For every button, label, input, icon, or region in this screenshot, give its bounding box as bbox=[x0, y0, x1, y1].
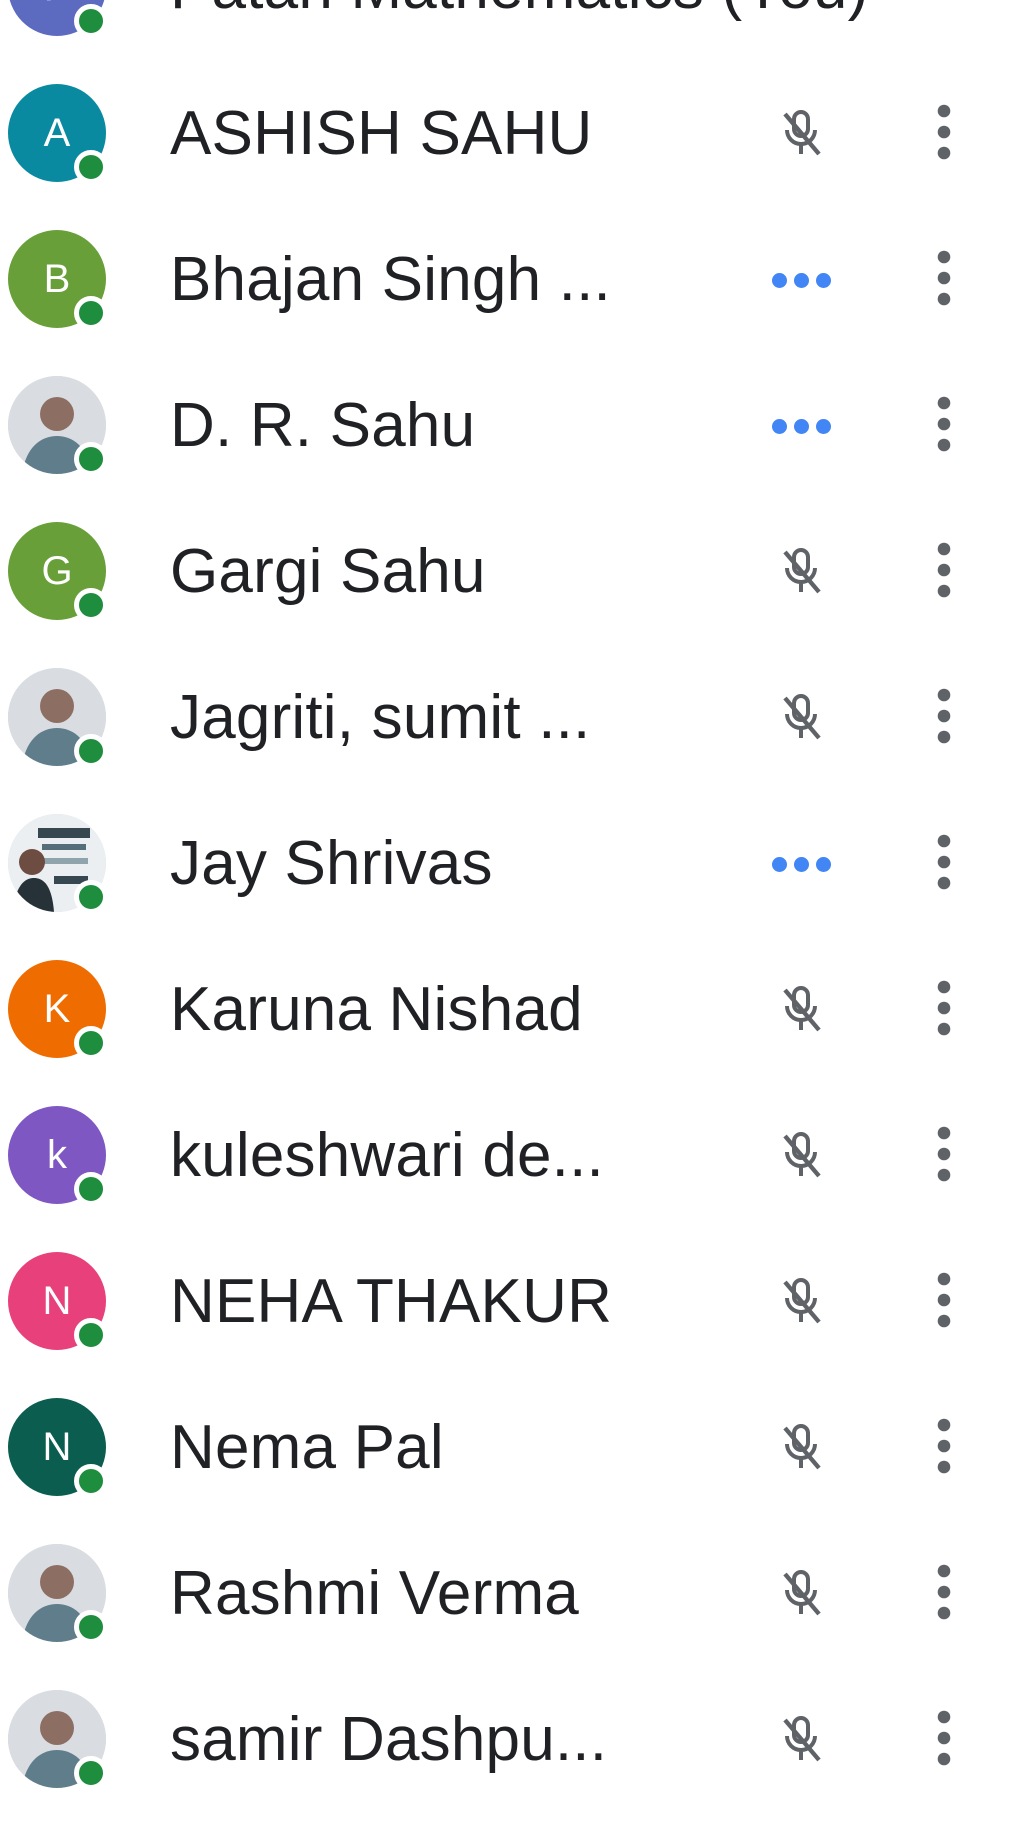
participant-name: Jagriti, sumit ... bbox=[170, 683, 591, 752]
avatar: k bbox=[8, 1106, 108, 1206]
presence-dot-icon bbox=[74, 1464, 108, 1498]
avatar: N bbox=[8, 1252, 108, 1352]
more-vert-icon bbox=[935, 1562, 953, 1627]
more-options-button[interactable] bbox=[912, 536, 976, 608]
more-vert-icon bbox=[935, 248, 953, 313]
participant-name: D. R. Sahu bbox=[170, 391, 476, 460]
mic-off-icon bbox=[755, 1274, 847, 1330]
participant-name: Nema Pal bbox=[170, 1413, 444, 1482]
participant-row-2[interactable]: A ASHISH SAHU bbox=[0, 58, 1013, 204]
more-options-button[interactable] bbox=[912, 390, 976, 462]
participant-name: Patan Mathematics (You) bbox=[170, 0, 868, 28]
participant-name: Gargi Sahu bbox=[170, 537, 486, 606]
mic-off-icon bbox=[755, 106, 847, 162]
presence-dot-icon bbox=[74, 296, 108, 330]
avatar: N bbox=[8, 1398, 108, 1498]
more-options-button[interactable] bbox=[912, 98, 976, 170]
presence-dot-icon bbox=[74, 150, 108, 184]
participant-name: kuleshwari de... bbox=[170, 1121, 604, 1190]
participant-row-6[interactable]: Jagriti, sumit ... bbox=[0, 642, 1013, 788]
participant-name: samir Dashpu... bbox=[170, 1705, 608, 1774]
more-vert-icon bbox=[935, 102, 953, 167]
avatar: P bbox=[8, 0, 108, 38]
participant-name: Jay Shrivas bbox=[170, 829, 493, 898]
more-vert-icon bbox=[935, 978, 953, 1043]
more-options-button[interactable] bbox=[912, 1120, 976, 1192]
more-vert-icon bbox=[935, 686, 953, 751]
more-vert-icon bbox=[935, 1708, 953, 1773]
more-options-button[interactable] bbox=[912, 828, 976, 900]
more-vert-icon bbox=[935, 832, 953, 897]
participant-name: ASHISH SAHU bbox=[170, 99, 593, 168]
presence-dot-icon bbox=[74, 1756, 108, 1790]
more-options-button[interactable] bbox=[912, 1412, 976, 1484]
speaking-dots-icon bbox=[755, 836, 847, 892]
avatar: G bbox=[8, 522, 108, 622]
presence-dot-icon bbox=[74, 1610, 108, 1644]
more-options-button[interactable] bbox=[912, 974, 976, 1046]
presence-dot-icon bbox=[74, 734, 108, 768]
presence-dot-icon bbox=[74, 1172, 108, 1206]
more-options-button[interactable] bbox=[912, 682, 976, 754]
presence-dot-icon bbox=[74, 1318, 108, 1352]
participant-row-1[interactable]: P Patan Mathematics (You) bbox=[0, 0, 1013, 58]
mic-off-icon bbox=[755, 1712, 847, 1768]
avatar: K bbox=[8, 960, 108, 1060]
mic-off-icon bbox=[755, 1128, 847, 1184]
presence-dot-icon bbox=[74, 588, 108, 622]
participant-row-5[interactable]: G Gargi Sahu bbox=[0, 496, 1013, 642]
more-options-button[interactable] bbox=[912, 1704, 976, 1776]
avatar bbox=[8, 814, 108, 914]
presence-dot-icon bbox=[74, 442, 108, 476]
participant-name: Bhajan Singh ... bbox=[170, 245, 611, 314]
participant-row-10[interactable]: N NEHA THAKUR bbox=[0, 1226, 1013, 1372]
more-vert-icon bbox=[935, 540, 953, 605]
mic-off-icon bbox=[755, 544, 847, 600]
participant-row-3[interactable]: B Bhajan Singh ... bbox=[0, 204, 1013, 350]
mic-off-icon bbox=[755, 982, 847, 1038]
participant-row-7[interactable]: Jay Shrivas bbox=[0, 788, 1013, 934]
participant-name: Karuna Nishad bbox=[170, 975, 583, 1044]
participant-row-12[interactable]: Rashmi Verma bbox=[0, 1518, 1013, 1664]
avatar bbox=[8, 1690, 108, 1790]
more-vert-icon bbox=[935, 394, 953, 459]
participant-row-9[interactable]: k kuleshwari de... bbox=[0, 1080, 1013, 1226]
mic-off-icon bbox=[755, 690, 847, 746]
more-vert-icon bbox=[935, 1416, 953, 1481]
more-options-button[interactable] bbox=[912, 1558, 976, 1630]
avatar bbox=[8, 376, 108, 476]
avatar: B bbox=[8, 230, 108, 330]
participant-name: NEHA THAKUR bbox=[170, 1267, 613, 1336]
speaking-dots-icon bbox=[755, 398, 847, 454]
avatar bbox=[8, 668, 108, 768]
mic-off-icon bbox=[755, 1566, 847, 1622]
participant-row-4[interactable]: D. R. Sahu bbox=[0, 350, 1013, 496]
participant-row-13[interactable]: samir Dashpu... bbox=[0, 1664, 1013, 1810]
participant-row-11[interactable]: N Nema Pal bbox=[0, 1372, 1013, 1518]
participant-name: Rashmi Verma bbox=[170, 1559, 579, 1628]
avatar bbox=[8, 1544, 108, 1644]
mic-off-icon bbox=[755, 1420, 847, 1476]
more-vert-icon bbox=[935, 1124, 953, 1189]
more-options-button[interactable] bbox=[912, 1266, 976, 1338]
presence-dot-icon bbox=[74, 1026, 108, 1060]
presence-dot-icon bbox=[74, 880, 108, 914]
avatar: A bbox=[8, 84, 108, 184]
presence-dot-icon bbox=[74, 4, 108, 38]
more-options-button[interactable] bbox=[912, 244, 976, 316]
participant-row-8[interactable]: K Karuna Nishad bbox=[0, 934, 1013, 1080]
speaking-dots-icon bbox=[755, 252, 847, 308]
participant-list: P Patan Mathematics (You) A ASHISH SAHU … bbox=[0, 0, 1013, 1810]
more-vert-icon bbox=[935, 1270, 953, 1335]
